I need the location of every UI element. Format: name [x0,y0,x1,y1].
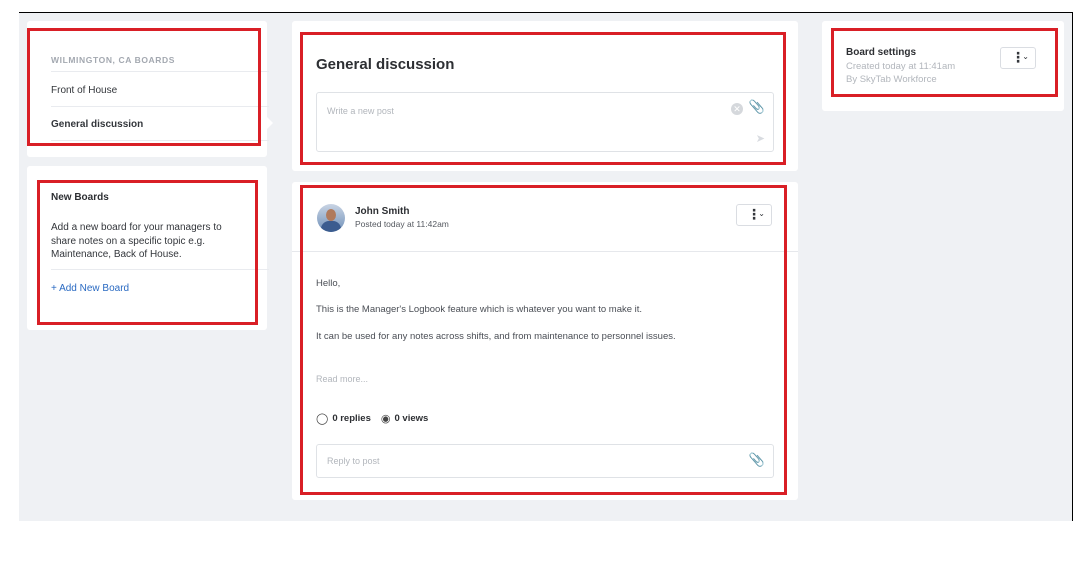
app-window: WILMINGTON, CA BOARDS Front of House Gen… [19,12,1073,521]
post-menu-button[interactable]: ⋮ ⌄ [736,204,772,226]
new-boards-title: New Boards [51,192,109,203]
boards-heading: WILMINGTON, CA BOARDS [51,55,176,65]
post-header-divider [292,251,798,252]
views-count: 0 views [394,413,429,424]
sidebar-item-general-discussion[interactable]: General discussion [51,119,269,130]
post-author: John Smith [355,206,410,217]
new-boards-card: New Boards Add a new board for your mana… [27,166,269,330]
board-settings-card: Board settings Created today at 11:41am … [822,21,1064,111]
avatar-body [321,221,341,232]
chevron-down-icon: ⌄ [1022,52,1029,61]
new-post-placeholder: Write a new post [327,106,394,116]
avatar [317,204,345,232]
post-timestamp: Posted today at 11:42am [355,219,449,229]
divider [51,106,269,107]
compose-card: General discussion Write a new post ✕ 📎 … [292,21,798,171]
read-more-link[interactable]: Read more... [316,374,368,384]
board-settings-menu-button[interactable]: ⋮ ⌄ [1000,47,1036,69]
post-stats: ◯ 0 replies ◉ 0 views [316,412,428,425]
clear-circle-icon[interactable]: ✕ [731,103,743,115]
sidebar-item-front-of-house[interactable]: Front of House [51,85,269,96]
post-body-line: Hello, [316,278,341,289]
post-card: John Smith Posted today at 11:42am ⋮ ⌄ H… [292,182,798,500]
chevron-down-icon: ⌄ [758,209,765,218]
paperclip-icon[interactable]: 📎 [749,452,765,468]
eye-icon: ◉ [380,413,391,425]
active-item-pointer [267,117,273,129]
reply-placeholder: Reply to post [327,456,380,466]
reply-input[interactable]: Reply to post 📎 [316,444,774,478]
divider [51,140,269,141]
avatar-face [326,209,336,221]
comment-icon: ◯ [316,413,329,425]
board-created-by: By SkyTab Workforce [846,74,937,85]
new-post-input[interactable]: Write a new post ✕ 📎 ➤ [316,92,774,152]
send-icon[interactable]: ➤ [756,132,765,145]
board-settings-title: Board settings [846,47,917,58]
boards-list-card: WILMINGTON, CA BOARDS Front of House Gen… [27,21,273,157]
board-created-time: Created today at 11:41am [846,61,956,72]
post-body-line: This is the Manager's Logbook feature wh… [316,304,643,315]
replies-count[interactable]: 0 replies [332,413,371,424]
paperclip-icon[interactable]: 📎 [749,99,765,115]
post-body-line: It can be used for any notes across shif… [316,331,676,342]
divider [51,269,269,270]
board-title: General discussion [316,56,455,73]
divider [51,71,269,72]
new-boards-description: Add a new board for your managers to sha… [51,222,222,260]
add-new-board-link[interactable]: + Add New Board [51,283,129,294]
